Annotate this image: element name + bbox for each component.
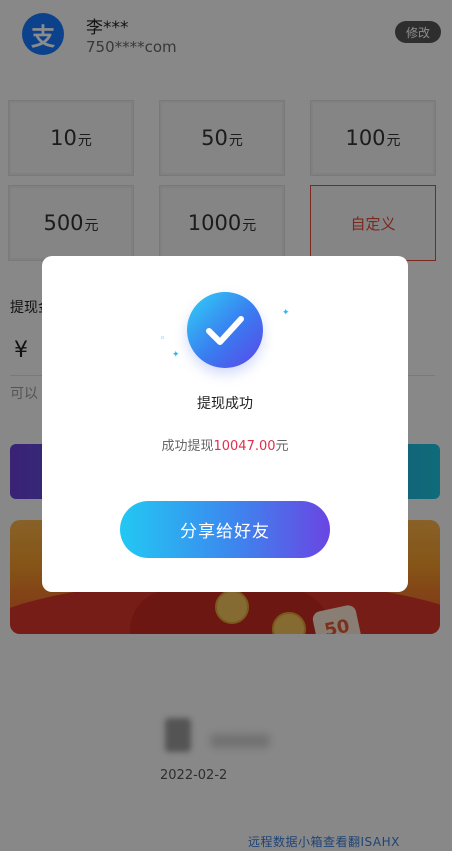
withdraw-amount: 10047.00 bbox=[213, 439, 276, 454]
share-to-friends-button[interactable]: 分享给好友 bbox=[120, 501, 330, 558]
sparkle-icon: ✦ bbox=[282, 308, 290, 318]
sparkle-icon: ◦ bbox=[160, 334, 166, 344]
message-suffix: 元 bbox=[275, 439, 289, 454]
success-dialog: ◦ ✦ ✦ 提现成功 成功提现10047.00元 分享给好友 bbox=[42, 256, 408, 592]
success-message: 成功提现10047.00元 bbox=[42, 435, 408, 454]
sparkle-icon: ✦ bbox=[172, 350, 180, 360]
success-title: 提现成功 bbox=[197, 396, 253, 412]
success-check-icon bbox=[187, 292, 263, 368]
message-prefix: 成功提现 bbox=[161, 439, 214, 454]
